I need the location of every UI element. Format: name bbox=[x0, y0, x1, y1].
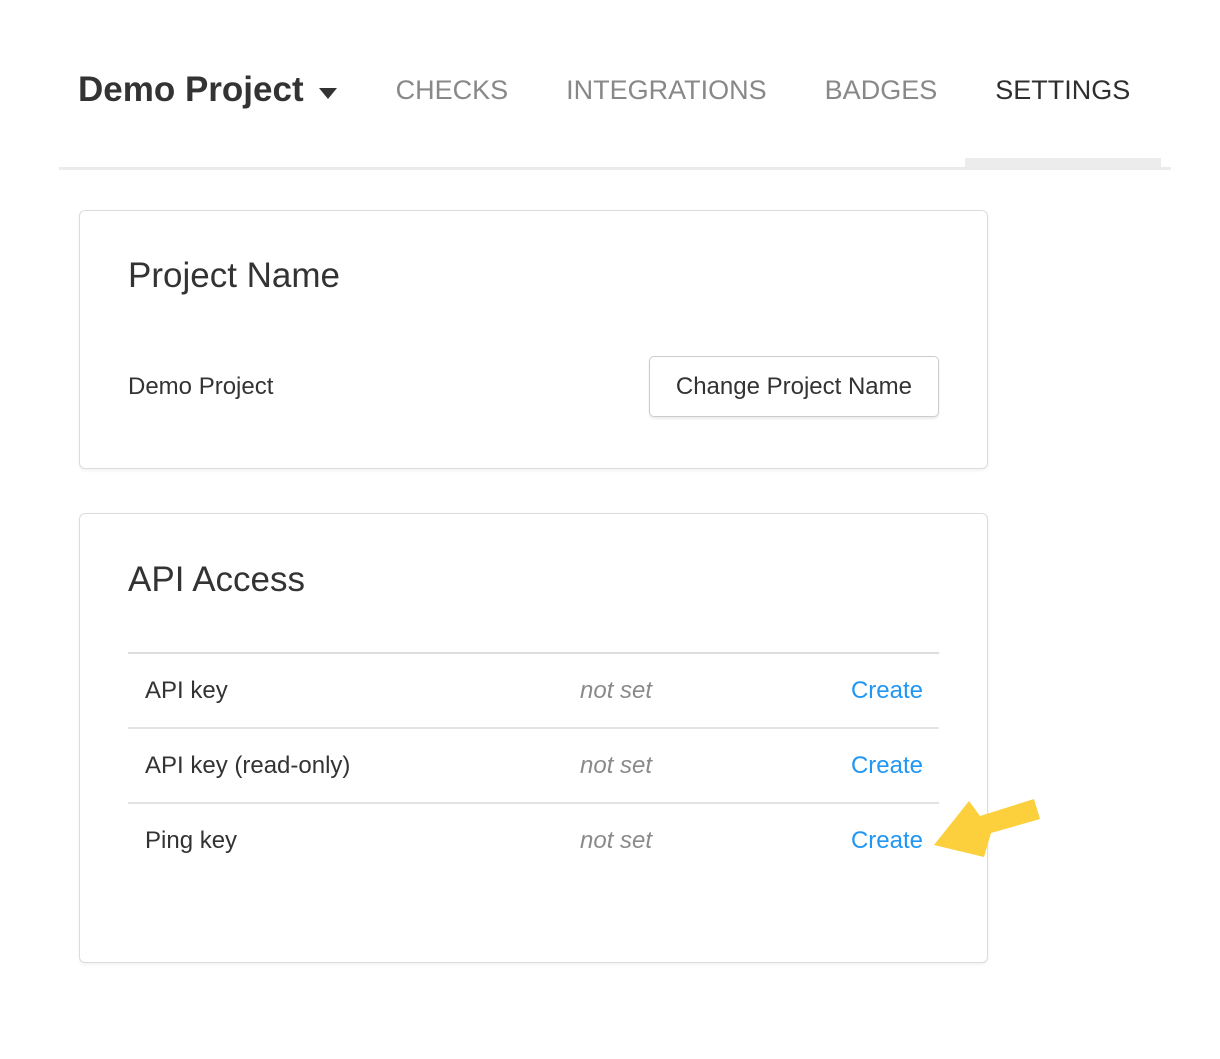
row-label: API key bbox=[128, 677, 580, 705]
project-title: Demo Project bbox=[78, 70, 304, 110]
row-value: not set bbox=[580, 752, 851, 780]
row-value: not set bbox=[580, 677, 851, 705]
ping-key-create-link[interactable]: Create bbox=[851, 827, 939, 855]
table-row-api-key: API key not set Create bbox=[128, 654, 939, 729]
caret-down-icon bbox=[319, 88, 337, 99]
project-name-row: Demo Project Change Project Name bbox=[128, 356, 939, 417]
api-access-card: API Access API key not set Create API ke… bbox=[79, 513, 988, 963]
tab-badges[interactable]: BADGES bbox=[825, 64, 938, 116]
table-row-ping-key: Ping key not set Create bbox=[128, 804, 939, 877]
api-key-create-link[interactable]: Create bbox=[851, 677, 939, 705]
tab-integrations[interactable]: INTEGRATIONS bbox=[566, 64, 767, 116]
change-project-name-button[interactable]: Change Project Name bbox=[649, 356, 939, 417]
project-name-value: Demo Project bbox=[128, 373, 273, 401]
api-key-read-only-create-link[interactable]: Create bbox=[851, 752, 939, 780]
project-name-card: Project Name Demo Project Change Project… bbox=[79, 210, 988, 469]
nav-underline bbox=[59, 167, 1171, 170]
row-label: API key (read-only) bbox=[128, 752, 580, 780]
tab-settings[interactable]: SETTINGS bbox=[995, 64, 1130, 116]
topbar: Demo Project CHECKS INTEGRATIONS BADGES … bbox=[78, 64, 1130, 116]
api-access-card-title: API Access bbox=[128, 560, 939, 600]
project-name-card-title: Project Name bbox=[128, 256, 939, 296]
table-row-api-key-read-only: API key (read-only) not set Create bbox=[128, 729, 939, 804]
row-value: not set bbox=[580, 827, 851, 855]
row-label: Ping key bbox=[128, 827, 580, 855]
tab-checks[interactable]: CHECKS bbox=[396, 64, 509, 116]
project-switcher[interactable]: Demo Project bbox=[78, 64, 337, 116]
main-nav: CHECKS INTEGRATIONS BADGES SETTINGS bbox=[396, 64, 1131, 116]
api-access-table: API key not set Create API key (read-onl… bbox=[128, 652, 939, 877]
